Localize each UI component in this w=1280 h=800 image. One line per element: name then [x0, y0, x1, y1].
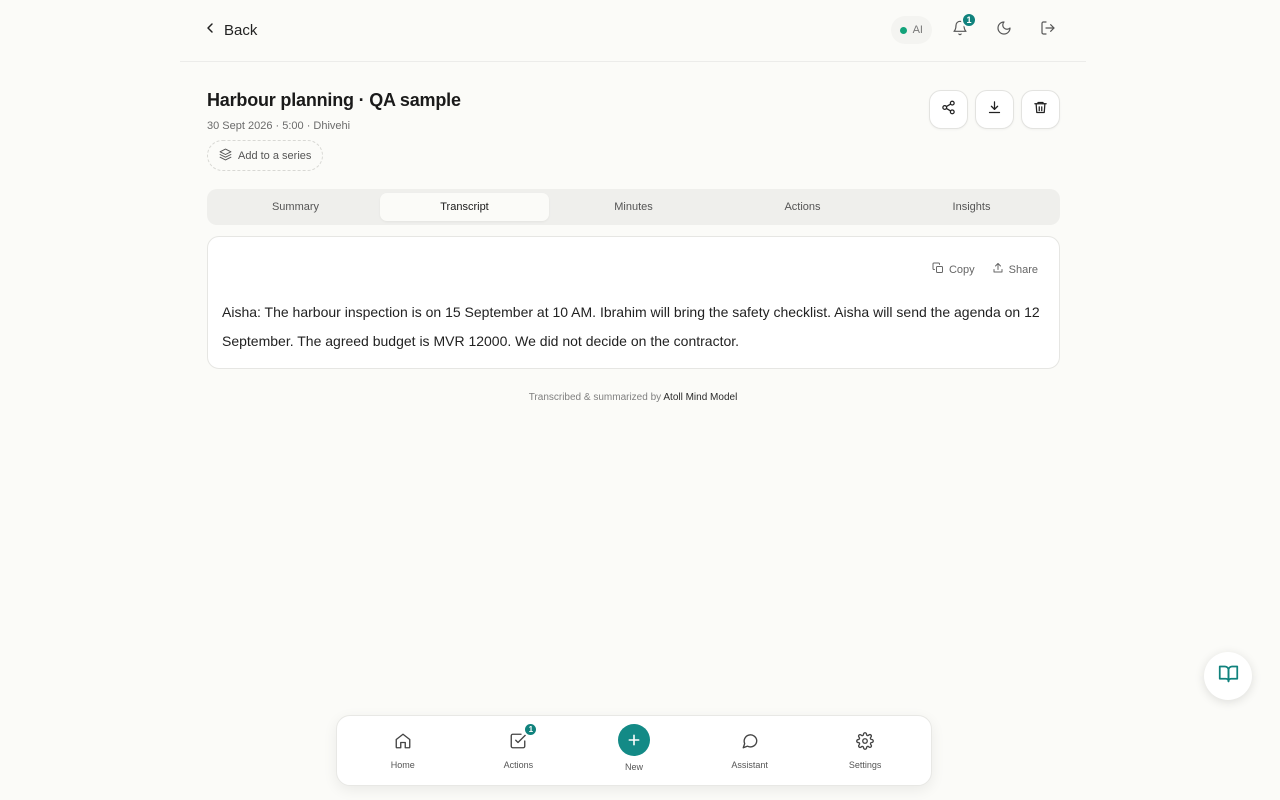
book-open-icon	[1218, 663, 1239, 689]
plus-icon	[617, 723, 650, 756]
trash-icon	[1033, 100, 1048, 120]
tab-summary[interactable]: Summary	[211, 193, 380, 221]
tab-actions[interactable]: Actions	[718, 193, 887, 221]
model-name: Atoll Mind Model	[663, 392, 738, 403]
nav-item-actions[interactable]: 1 Actions	[468, 722, 568, 770]
chat-bubble-icon	[740, 731, 760, 751]
theme-toggle-button[interactable]	[988, 14, 1020, 46]
header-actions	[929, 90, 1060, 129]
share-label: Share	[1008, 263, 1038, 276]
copy-button[interactable]: Copy	[932, 262, 975, 277]
nav-item-home[interactable]: Home	[353, 731, 453, 770]
tab-bar: Summary Transcript Minutes Actions Insig…	[207, 189, 1060, 225]
add-to-series-label: Add to a series	[238, 149, 312, 162]
nav-item-new[interactable]: New	[584, 723, 684, 772]
ai-status-badge: AI	[890, 16, 932, 44]
copy-icon	[932, 262, 944, 277]
tab-insights[interactable]: Insights	[887, 193, 1056, 221]
add-to-series-button[interactable]: Add to a series	[207, 140, 324, 171]
nav-label-assistant: Assistant	[731, 760, 768, 770]
delete-button[interactable]	[1021, 90, 1060, 129]
guide-button[interactable]	[1204, 652, 1252, 700]
nav-label-actions: Actions	[503, 760, 534, 770]
upload-share-icon	[992, 262, 1004, 277]
nav-label-new: New	[624, 761, 643, 772]
transcript-card: Copy Share Aisha: The harbour inspection…	[207, 236, 1060, 369]
logout-icon	[1040, 20, 1056, 41]
model-credit: Transcribed & summarized by Atoll Mind M…	[0, 392, 1266, 403]
copy-label: Copy	[948, 263, 975, 276]
meeting-header: Harbour planning · QA sample 30 Sept 202…	[207, 90, 1060, 171]
model-credit-prefix: Transcribed & summarized by	[528, 392, 662, 403]
notifications-button[interactable]: 1	[944, 12, 977, 46]
nav-label-home: Home	[390, 760, 415, 770]
actions-count-badge: 1	[523, 722, 539, 737]
transcript-text: Aisha: The harbour inspection is on 15 S…	[222, 304, 1040, 349]
nav-item-settings[interactable]: Settings	[815, 731, 915, 770]
top-bar: Back AI 1	[180, 0, 1086, 62]
back-button[interactable]: Back	[202, 19, 257, 41]
chevron-left-icon	[202, 20, 218, 40]
moon-icon	[996, 20, 1012, 41]
tab-transcript[interactable]: Transcript	[380, 193, 549, 221]
home-icon	[393, 731, 413, 751]
share-transcript-button[interactable]: Share	[992, 262, 1038, 277]
layers-icon	[219, 148, 232, 164]
back-label: Back	[224, 21, 258, 39]
logout-button[interactable]	[1032, 14, 1064, 46]
checkbox-icon: 1	[508, 722, 539, 751]
share-meeting-button[interactable]	[929, 90, 968, 129]
share-nodes-icon	[941, 100, 956, 120]
gear-icon	[855, 731, 875, 751]
download-button[interactable]	[975, 90, 1014, 129]
nav-label-settings: Settings	[848, 760, 882, 770]
notification-count-badge: 1	[961, 12, 977, 28]
download-icon	[987, 100, 1002, 120]
bottom-nav: Home 1 Actions New Assistant Settings	[336, 715, 932, 786]
ai-status-label: AI	[912, 24, 923, 36]
ai-status-dot	[899, 26, 907, 34]
tab-minutes[interactable]: Minutes	[549, 193, 718, 221]
transcript-tools: Copy Share	[932, 262, 1038, 277]
nav-item-assistant[interactable]: Assistant	[700, 731, 800, 770]
